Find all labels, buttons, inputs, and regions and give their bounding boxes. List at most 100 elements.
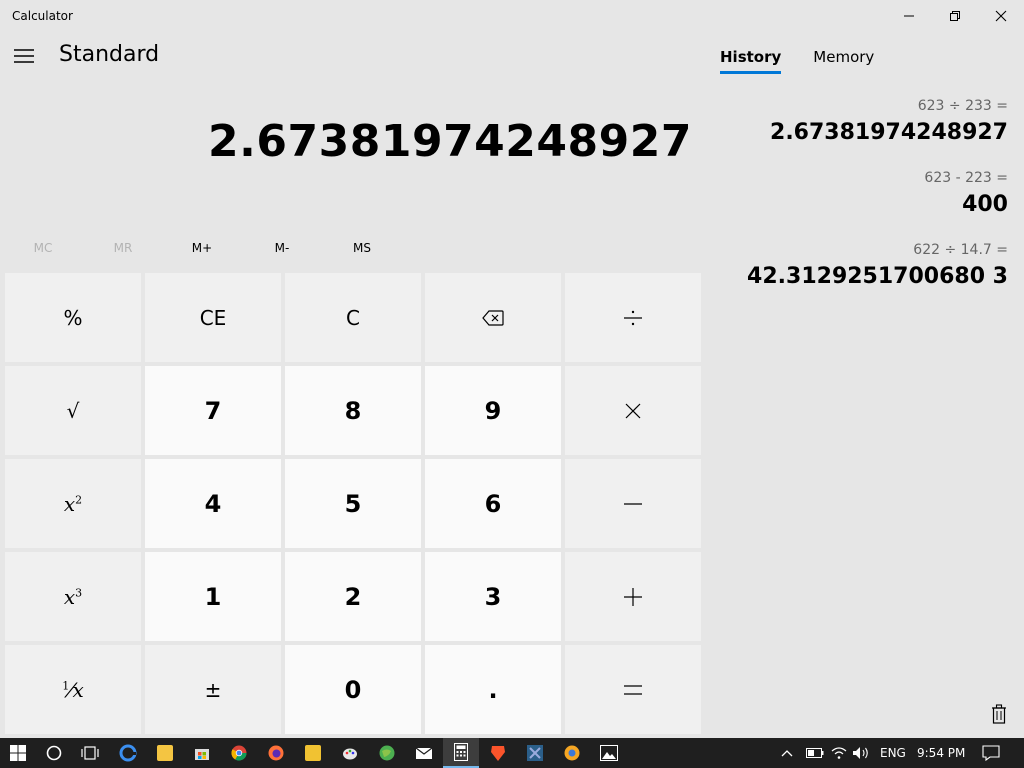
square-root-label: √ — [66, 398, 80, 423]
cube-exponent: 3 — [75, 585, 83, 599]
taskbar-brave[interactable] — [480, 738, 516, 768]
memory-subtract-button[interactable]: M- — [247, 234, 317, 262]
digit-9-label: 9 — [484, 396, 502, 425]
action-center-button[interactable] — [982, 738, 1000, 768]
digit-2-button[interactable]: 2 — [285, 552, 421, 641]
navigation-menu-button[interactable] — [4, 36, 44, 76]
result-display: 2.67381974248927 — [208, 116, 692, 167]
add-button[interactable] — [565, 552, 701, 641]
negate-button[interactable]: ± — [145, 645, 281, 734]
paint-palette-icon — [343, 748, 357, 760]
history-list: 623 ÷ 233 = 2.67381974248927 623 - 223 =… — [720, 96, 1008, 312]
orange-circle-icon — [564, 745, 580, 761]
digit-6-button[interactable]: 6 — [425, 459, 561, 548]
taskbar-mail[interactable] — [406, 738, 442, 768]
taskbar-edge[interactable] — [110, 738, 146, 768]
battery-indicator[interactable] — [806, 738, 824, 768]
tab-memory[interactable]: Memory — [813, 44, 874, 74]
digit-4-button[interactable]: 4 — [145, 459, 281, 548]
backspace-button[interactable] — [425, 273, 561, 362]
digit-0-label: 0 — [344, 675, 362, 704]
tab-history[interactable]: History — [720, 44, 782, 74]
minus-icon — [624, 502, 642, 505]
window-title: Calculator — [12, 9, 73, 23]
windows-logo-icon — [10, 745, 26, 761]
digit-8-button[interactable]: 8 — [285, 366, 421, 455]
chrome-icon — [231, 745, 247, 761]
memory-store-button[interactable]: MS — [327, 234, 397, 262]
hamburger-icon — [14, 49, 34, 63]
minimize-button[interactable] — [886, 0, 932, 32]
divide-button[interactable] — [565, 273, 701, 362]
restore-button[interactable] — [932, 0, 978, 32]
mail-envelope-icon — [415, 747, 433, 759]
history-item[interactable]: 623 - 223 = 400 — [720, 168, 1008, 222]
taskbar-store[interactable] — [184, 738, 220, 768]
digit-5-button[interactable]: 5 — [285, 459, 421, 548]
cube-label: x3 — [64, 585, 82, 609]
taskbar-clock[interactable]: 9:54 PM — [917, 738, 965, 768]
digit-3-label: 3 — [484, 582, 502, 611]
decimal-button[interactable]: . — [425, 645, 561, 734]
close-button[interactable] — [978, 0, 1024, 32]
taskbar-calculator[interactable] — [443, 738, 479, 768]
task-view-button[interactable] — [72, 738, 108, 768]
taskbar-orange-app[interactable] — [554, 738, 590, 768]
reciprocal-label: 1⁄x — [62, 677, 84, 702]
brave-lion-icon — [491, 746, 505, 761]
multiply-button[interactable] — [565, 366, 701, 455]
volume-indicator[interactable] — [852, 738, 870, 768]
taskbar-globe-app[interactable] — [369, 738, 405, 768]
taskbar-chrome[interactable] — [221, 738, 257, 768]
speaker-icon — [853, 747, 868, 759]
clear-history-button[interactable] — [987, 701, 1011, 727]
digit-5-label: 5 — [344, 489, 362, 518]
taskbar-firefox[interactable] — [258, 738, 294, 768]
history-item[interactable]: 623 ÷ 233 = 2.67381974248927 — [720, 96, 1008, 150]
show-hidden-icons-button[interactable] — [780, 738, 794, 768]
reciprocal-numerator: 1 — [62, 678, 70, 692]
wifi-icon — [831, 747, 847, 759]
cube-base: x — [63, 584, 76, 609]
input-language-indicator[interactable]: ENG — [880, 738, 906, 768]
digit-9-button[interactable]: 9 — [425, 366, 561, 455]
equals-button[interactable] — [565, 645, 701, 734]
search-button[interactable] — [36, 738, 72, 768]
digit-7-label: 7 — [204, 396, 222, 425]
digit-3-button[interactable]: 3 — [425, 552, 561, 641]
square-root-button[interactable]: √ — [5, 366, 141, 455]
cube-button[interactable]: x3 — [5, 552, 141, 641]
battery-icon — [806, 748, 824, 758]
square-label: x2 — [64, 492, 82, 516]
digit-1-button[interactable]: 1 — [145, 552, 281, 641]
mode-title: Standard — [59, 42, 160, 67]
taskbar: ENG 9:54 PM — [0, 738, 1024, 768]
percent-button[interactable]: % — [5, 273, 141, 362]
start-button[interactable] — [0, 738, 36, 768]
globe-icon — [379, 745, 395, 761]
network-indicator[interactable] — [830, 738, 848, 768]
reciprocal-button[interactable]: 1⁄x — [5, 645, 141, 734]
keypad: % CE C √ 7 8 9 x2 4 5 6 x3 1 2 3 1⁄x ± 0… — [5, 273, 701, 734]
digit-7-button[interactable]: 7 — [145, 366, 281, 455]
digit-0-button[interactable]: 0 — [285, 645, 421, 734]
subtract-button[interactable] — [565, 459, 701, 548]
taskbar-spreadsheet[interactable] — [295, 738, 331, 768]
memory-add-button[interactable]: M+ — [167, 234, 237, 262]
memory-recall-button[interactable]: MR — [88, 234, 158, 262]
clear-button[interactable]: C — [285, 273, 421, 362]
digit-4-label: 4 — [204, 489, 222, 518]
square-button[interactable]: x2 — [5, 459, 141, 548]
clear-entry-button[interactable]: CE — [145, 273, 281, 362]
taskbar-app-x[interactable] — [517, 738, 553, 768]
memory-clear-button[interactable]: MC — [8, 234, 78, 262]
taskbar-file-explorer[interactable] — [147, 738, 183, 768]
history-expression: 622 ÷ 14.7 = — [913, 242, 1008, 258]
store-bag-icon — [195, 749, 209, 760]
taskbar-photos[interactable] — [591, 738, 627, 768]
memory-row: MC MR M+ M- MS — [5, 234, 699, 262]
taskbar-paint[interactable] — [332, 738, 368, 768]
digit-8-label: 8 — [344, 396, 362, 425]
history-item[interactable]: 622 ÷ 14.7 = 42.3129251700680 3 — [720, 240, 1008, 294]
cortana-circle-icon — [46, 745, 62, 761]
